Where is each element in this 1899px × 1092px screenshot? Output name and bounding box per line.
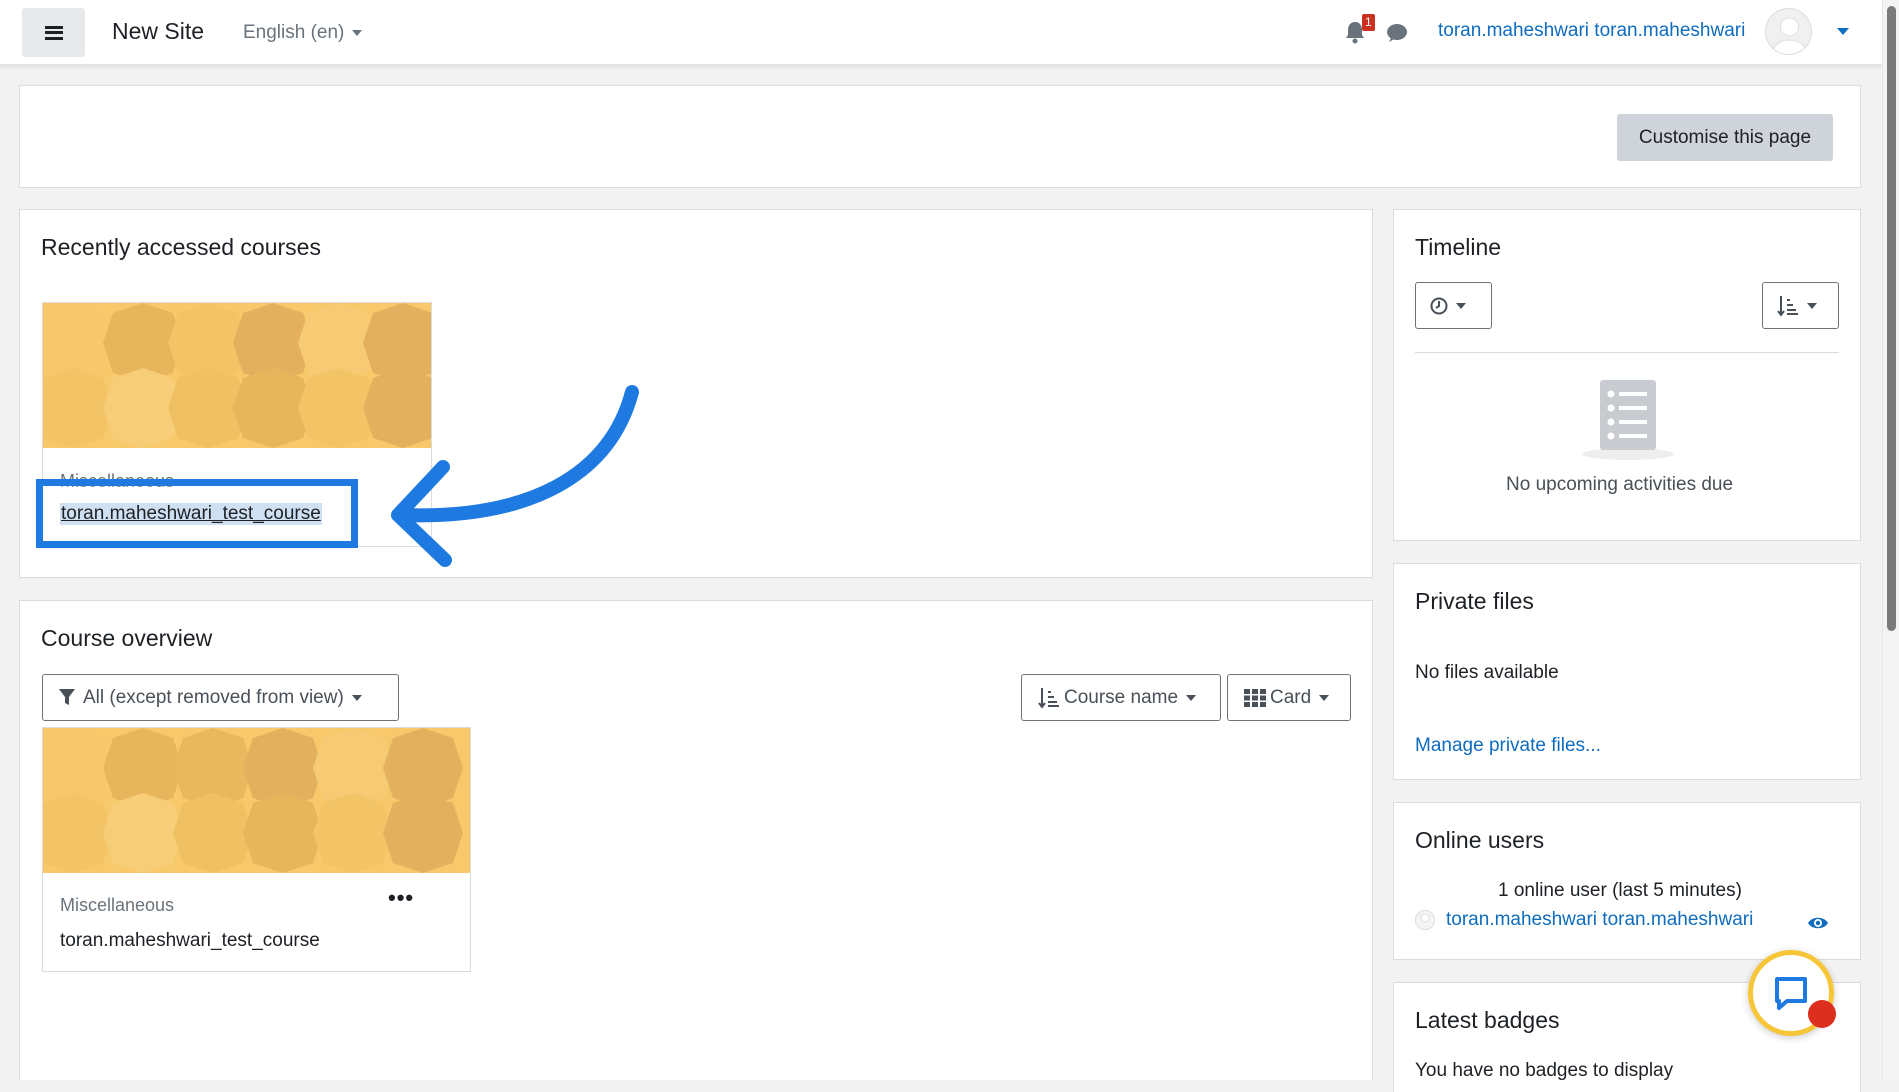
online-user-link[interactable]: toran.maheshwari toran.maheshwari	[1446, 909, 1753, 931]
clock-icon	[1430, 297, 1448, 314]
messages-icon[interactable]	[1386, 22, 1408, 44]
chevron-down-icon	[1186, 694, 1197, 701]
course-actions-menu-icon[interactable]: •••	[388, 887, 414, 909]
notification-badge: 1	[1362, 14, 1375, 31]
private-files-empty-message: No files available	[1415, 662, 1559, 683]
user-menu-chevron-icon[interactable]	[1837, 28, 1849, 35]
latest-badges-title: Latest badges	[1415, 1007, 1560, 1033]
chevron-down-icon	[1807, 302, 1817, 309]
timeline-divider	[1415, 352, 1839, 353]
chevron-down-icon	[352, 29, 363, 36]
timeline-empty-message: No upcoming activities due	[1506, 474, 1734, 495]
course-overview-title: Course overview	[41, 625, 213, 651]
chevron-down-icon	[1456, 302, 1466, 309]
course-image[interactable]	[43, 303, 431, 448]
user-menu-name[interactable]: toran.maheshwari toran.maheshwari	[1438, 20, 1745, 42]
course-pattern-image	[43, 728, 470, 873]
no-activities-icon	[1582, 380, 1674, 460]
chevron-down-icon	[1319, 694, 1330, 701]
manage-private-files-link[interactable]: Manage private files...	[1415, 735, 1601, 757]
chat-notification-dot	[1808, 1000, 1836, 1028]
view-label: Card	[1270, 686, 1312, 708]
course-name-link[interactable]: toran.maheshwari_test_course	[60, 930, 320, 952]
online-users-title: Online users	[1415, 827, 1545, 853]
online-users-summary: 1 online user (last 5 minutes)	[1498, 880, 1742, 901]
sort-icon	[1777, 295, 1798, 317]
badges-empty-message: You have no badges to display	[1415, 1060, 1674, 1081]
timeline-day-filter[interactable]	[1415, 282, 1492, 329]
view-dropdown[interactable]: Card	[1227, 674, 1351, 721]
course-overview-block: Course overview All (except removed from…	[19, 600, 1373, 1080]
hamburger-icon	[44, 25, 63, 40]
filter-label: All (except removed from view)	[83, 686, 344, 708]
menu-toggle-button[interactable]	[22, 8, 85, 57]
course-filter-dropdown[interactable]: All (except removed from view)	[42, 674, 399, 721]
eye-icon[interactable]	[1807, 915, 1829, 931]
timeline-sort-dropdown[interactable]	[1762, 282, 1839, 329]
user-silhouette-icon	[1772, 17, 1807, 54]
course-pattern-image	[43, 303, 431, 448]
site-name[interactable]: New Site	[112, 18, 204, 45]
recent-course-name-link[interactable]: toran.maheshwari_test_course	[60, 503, 322, 525]
chat-bubble-icon	[1775, 977, 1807, 1010]
chevron-down-icon	[351, 694, 362, 701]
avatar[interactable]	[1765, 8, 1812, 55]
page-header-card: Customise this page	[19, 85, 1861, 188]
sort-icon	[1038, 687, 1059, 709]
sort-label: Course name	[1064, 686, 1179, 708]
user-avatar-icon	[1415, 910, 1435, 930]
customise-page-button[interactable]: Customise this page	[1617, 114, 1833, 161]
private-files-title: Private files	[1415, 588, 1534, 614]
annotation-arrow-icon	[391, 385, 639, 567]
online-users-block: Online users 1 online user (last 5 minut…	[1393, 802, 1861, 960]
page-scrollbar[interactable]	[1882, 0, 1899, 1080]
scrollbar-thumb[interactable]	[1887, 6, 1896, 631]
language-label: English (en)	[243, 22, 345, 43]
top-navbar: New Site English (en) 1 toran.maheshwari…	[0, 0, 1882, 65]
timeline-title: Timeline	[1415, 234, 1502, 260]
timeline-block: Timeline No upcoming activities due	[1393, 209, 1861, 541]
recent-courses-title: Recently accessed courses	[41, 234, 321, 260]
overview-course-card[interactable]: Miscellaneous toran.maheshwari_test_cour…	[42, 727, 471, 972]
filter-icon	[59, 689, 75, 705]
course-category: Miscellaneous	[60, 895, 175, 915]
private-files-block: Private files No files available Manage …	[1393, 563, 1861, 780]
language-menu[interactable]: English (en)	[243, 22, 363, 44]
course-image[interactable]	[43, 728, 470, 873]
grid-icon	[1244, 688, 1266, 707]
sort-dropdown[interactable]: Course name	[1021, 674, 1221, 721]
